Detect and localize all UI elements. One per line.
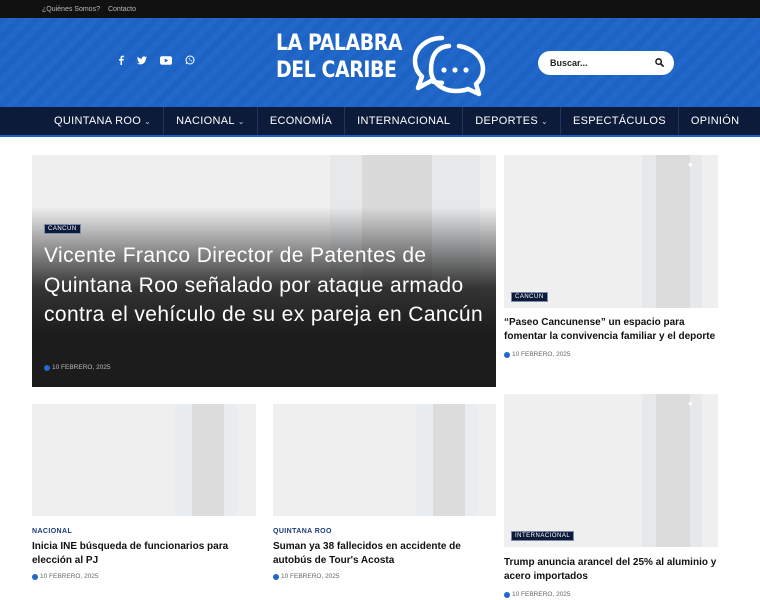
card-left-title[interactable]: Inicia INE búsqueda de funcionarios para…	[32, 540, 256, 567]
site-header: LA PALABRA DEL CARIBE	[0, 18, 760, 107]
nav-label: ESPECTÁCULOS	[572, 115, 666, 127]
side-bottom-title[interactable]: Trump anuncia arancel del 25% al alumini…	[504, 556, 718, 583]
nav-item-opinion[interactable]: OPINIÓN	[679, 107, 752, 135]
side-top-category[interactable]: CANCÚN	[511, 292, 548, 302]
card-left-date-text: 10 FEBRERO, 2025	[40, 573, 99, 580]
top-bar: ¿Quiénes Somos? Contacto	[0, 0, 760, 18]
side-top-article: “Paseo Cancunense” un espacio para fomen…	[504, 316, 718, 358]
chevron-down-icon: ⌄	[540, 116, 548, 126]
hero-article[interactable]: CANCÚN Vicente Franco Director de Patent…	[32, 155, 496, 387]
card-mid-date-text: 10 FEBRERO, 2025	[281, 573, 340, 580]
facebook-icon[interactable]	[118, 55, 124, 65]
nav-item-economia[interactable]: ECONOMÍA	[258, 107, 346, 135]
clock-icon	[504, 591, 510, 598]
nav-item-deportes[interactable]: DEPORTES ⌄	[463, 107, 561, 135]
search-input[interactable]	[550, 58, 640, 68]
side-top-date: 10 FEBRERO, 2025	[504, 351, 718, 358]
nav-label: NACIONAL	[176, 115, 235, 127]
side-bottom-date-text: 10 FEBRERO, 2025	[512, 591, 571, 598]
card-left-image[interactable]	[32, 404, 256, 516]
nav-item-espectaculos[interactable]: ESPECTÁCULOS	[561, 107, 679, 135]
hero-title[interactable]: Vicente Franco Director de Patentes de Q…	[44, 241, 484, 330]
side-top-title[interactable]: “Paseo Cancunense” un espacio para fomen…	[504, 316, 718, 343]
card-left-category[interactable]: NACIONAL	[32, 528, 256, 535]
card-mid-category[interactable]: QUINTANA ROO	[273, 528, 496, 535]
nav-label: QUINTANA ROO	[54, 115, 142, 127]
contact-link[interactable]: Contacto	[108, 6, 136, 13]
card-mid-article: QUINTANA ROO Suman ya 38 fallecidos en a…	[273, 528, 496, 580]
bookmark-icon: ●	[688, 399, 693, 408]
bookmark-icon: ●	[688, 160, 693, 169]
clock-icon	[32, 573, 38, 580]
search-box[interactable]	[538, 51, 674, 75]
card-mid-date: 10 FEBRERO, 2025	[273, 573, 496, 580]
twitter-icon[interactable]	[137, 55, 147, 65]
side-top-image[interactable]: ● CANCÚN	[504, 155, 718, 308]
speech-bubble-icon	[412, 35, 486, 97]
social-links	[118, 55, 195, 65]
nav-item-internacional[interactable]: INTERNACIONAL	[345, 107, 464, 135]
nav-label: INTERNACIONAL	[357, 115, 451, 127]
nav-label: DEPORTES	[475, 115, 538, 127]
hero-date: 10 FEBRERO, 2025	[44, 364, 111, 371]
main-nav: QUINTANA ROO ⌄ NACIONAL ⌄ ECONOMÍA INTERNA…	[0, 107, 760, 137]
hero-category[interactable]: CANCÚN	[44, 224, 81, 234]
card-left-article: NACIONAL Inicia INE búsqueda de funciona…	[32, 528, 256, 580]
whatsapp-icon[interactable]	[185, 55, 195, 65]
logo-line-1: LA PALABRA	[276, 31, 403, 56]
clock-icon	[273, 573, 279, 580]
site-logo[interactable]: LA PALABRA DEL CARIBE	[276, 30, 496, 102]
card-left-date: 10 FEBRERO, 2025	[32, 573, 256, 580]
chevron-down-icon: ⌄	[237, 116, 245, 126]
clock-icon	[44, 364, 50, 371]
nav-item-nacional[interactable]: NACIONAL ⌄	[164, 107, 258, 135]
youtube-icon[interactable]	[160, 55, 172, 65]
hero-date-text: 10 FEBRERO, 2025	[52, 364, 111, 371]
chevron-down-icon: ⌄	[144, 116, 152, 126]
nav-label: ECONOMÍA	[269, 115, 333, 127]
nav-label: OPINIÓN	[690, 115, 740, 127]
side-bottom-date: 10 FEBRERO, 2025	[504, 591, 718, 598]
side-bottom-image[interactable]: ● INTERNACIONAL	[504, 394, 718, 547]
side-top-date-text: 10 FEBRERO, 2025	[512, 351, 571, 358]
card-mid-image[interactable]	[273, 404, 496, 516]
logo-line-2: DEL CARIBE	[276, 58, 397, 83]
card-mid-title[interactable]: Suman ya 38 fallecidos en accidente de a…	[273, 540, 496, 567]
search-icon[interactable]	[655, 54, 664, 72]
clock-icon	[504, 351, 510, 358]
nav-item-quintana-roo[interactable]: QUINTANA ROO ⌄	[42, 107, 165, 135]
side-bottom-category[interactable]: INTERNACIONAL	[511, 531, 575, 541]
side-bottom-article: Trump anuncia arancel del 25% al alumini…	[504, 556, 718, 598]
about-link[interactable]: ¿Quiénes Somos?	[42, 6, 100, 13]
